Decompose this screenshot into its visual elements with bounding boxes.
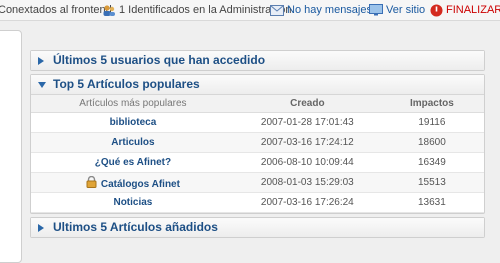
- recent-users-panel: Últimos 5 usuarios que han accedido: [30, 50, 485, 71]
- article-title-cell: Noticias: [31, 192, 235, 213]
- status-bar: Conextados al frontend 1 Identificados e…: [0, 0, 500, 21]
- hits-cell: 18600: [379, 132, 484, 153]
- recent-articles-toggle[interactable]: Ultimos 5 Artículos añadidos: [31, 218, 484, 237]
- lock-icon: [86, 175, 97, 188]
- hits-cell: 19116: [379, 112, 484, 133]
- envelope-icon: [270, 4, 284, 16]
- recent-users-title: Últimos 5 usuarios que han accedido: [53, 53, 266, 67]
- view-site-label: Ver sitio: [386, 4, 426, 16]
- users-icon: [103, 4, 115, 16]
- popular-articles-table: Artículos más populares Creado Impactos …: [31, 95, 484, 213]
- article-title-cell: Articulos: [31, 132, 235, 153]
- triangle-right-icon: [38, 224, 44, 232]
- created-cell: 2007-03-16 17:24:12: [234, 132, 380, 153]
- table-row: Catálogos Afinet 2008-01-03 15:29:03 155…: [31, 172, 484, 193]
- table-row: ¿Qué es Afinet? 2006-08-10 10:09:44 1634…: [31, 152, 484, 173]
- logout-label: FINALIZAR: [446, 4, 500, 16]
- article-link[interactable]: biblioteca: [110, 117, 157, 128]
- power-icon: [430, 4, 443, 17]
- popular-articles-toggle[interactable]: Top 5 Artículos populares: [31, 75, 484, 95]
- recent-users-toggle[interactable]: Últimos 5 usuarios que han accedido: [31, 51, 484, 70]
- article-title-cell: ¿Qué es Afinet?: [31, 152, 235, 173]
- view-site-link[interactable]: Ver sitio: [369, 3, 425, 17]
- article-link[interactable]: ¿Qué es Afinet?: [95, 157, 171, 168]
- admin-users-count: 1 Identificados en la Administración: [102, 3, 291, 17]
- column-header-created: Creado: [234, 95, 380, 113]
- triangle-right-icon: [38, 57, 44, 65]
- popular-articles-panel: Top 5 Artículos populares Artículos más …: [30, 74, 485, 214]
- messages-label: No hay mensajes: [287, 4, 372, 16]
- table-row: biblioteca 2007-01-28 17:01:43 19116: [31, 112, 484, 133]
- table-row: Noticias 2007-03-16 17:26:24 13631: [31, 192, 484, 213]
- frontend-users-count: Conextados al frontend: [0, 4, 112, 16]
- table-header-row: Artículos más populares Creado Impactos: [31, 95, 484, 113]
- article-title-cell: biblioteca: [31, 112, 235, 133]
- admin-sliders: Últimos 5 usuarios que han accedido Top …: [30, 50, 485, 241]
- recent-articles-panel: Ultimos 5 Artículos añadidos: [30, 217, 485, 238]
- article-link[interactable]: Catálogos Afinet: [101, 179, 180, 190]
- column-header-hits: Impactos: [379, 95, 484, 113]
- popular-articles-title: Top 5 Artículos populares: [53, 77, 200, 91]
- monitor-icon: [369, 4, 383, 16]
- messages-link[interactable]: No hay mensajes: [270, 3, 372, 17]
- column-header-title: Artículos más populares: [31, 95, 235, 113]
- article-title-cell: Catálogos Afinet: [31, 172, 235, 193]
- created-cell: 2007-03-16 17:26:24: [234, 192, 380, 213]
- article-link[interactable]: Noticias: [113, 197, 152, 208]
- hits-cell: 16349: [379, 152, 484, 173]
- left-panel: [0, 30, 22, 263]
- created-cell: 2006-08-10 10:09:44: [234, 152, 380, 173]
- table-row: Articulos 2007-03-16 17:24:12 18600: [31, 132, 484, 153]
- article-link[interactable]: Articulos: [111, 137, 154, 148]
- recent-articles-title: Ultimos 5 Artículos añadidos: [53, 220, 218, 234]
- logout-link[interactable]: FINALIZAR: [430, 3, 500, 17]
- triangle-down-icon: [38, 82, 46, 88]
- admin-users-label: 1 Identificados en la Administración: [119, 4, 292, 16]
- hits-cell: 13631: [379, 192, 484, 213]
- hits-cell: 15513: [379, 172, 484, 193]
- created-cell: 2007-01-28 17:01:43: [234, 112, 380, 133]
- created-cell: 2008-01-03 15:29:03: [234, 172, 380, 193]
